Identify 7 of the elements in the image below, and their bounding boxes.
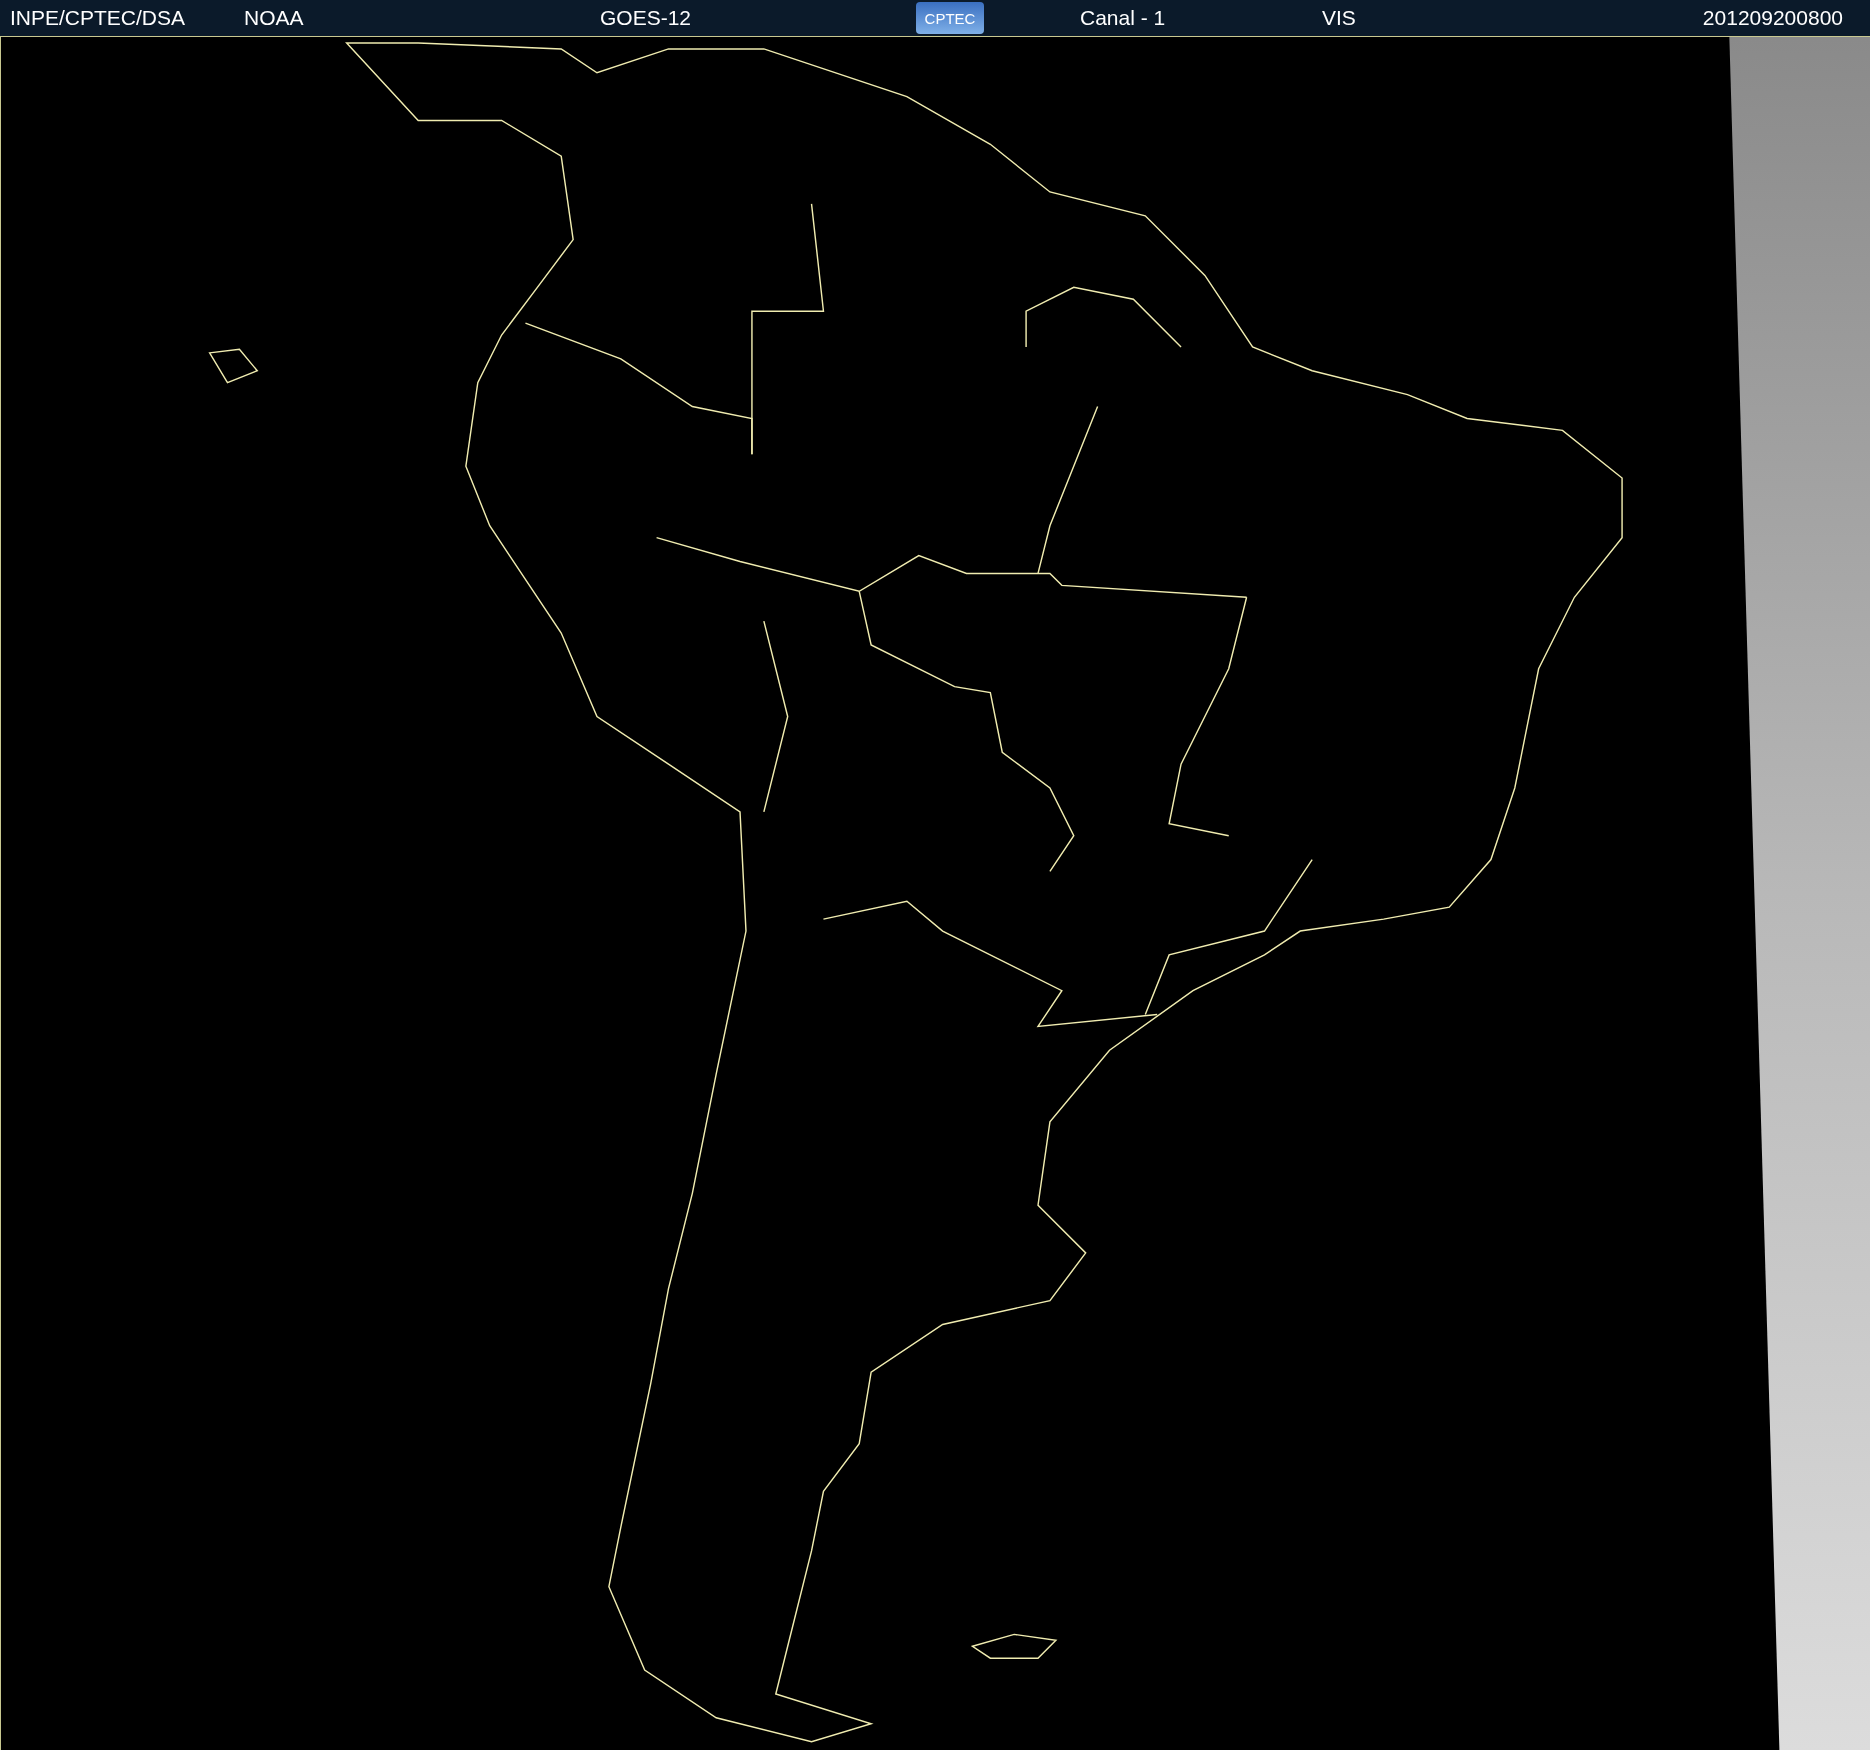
satellite-label: GOES-12 — [600, 6, 693, 30]
channel-label: Canal - 1 — [1080, 6, 1167, 30]
timestamp-label: 201209200800 — [1702, 6, 1843, 30]
cptec-logo: CPTEC — [916, 2, 984, 34]
band-label: VIS — [1322, 6, 1357, 30]
provider-label: NOAA — [244, 6, 305, 30]
agency-label: INPE/CPTEC/DSA — [10, 6, 187, 30]
